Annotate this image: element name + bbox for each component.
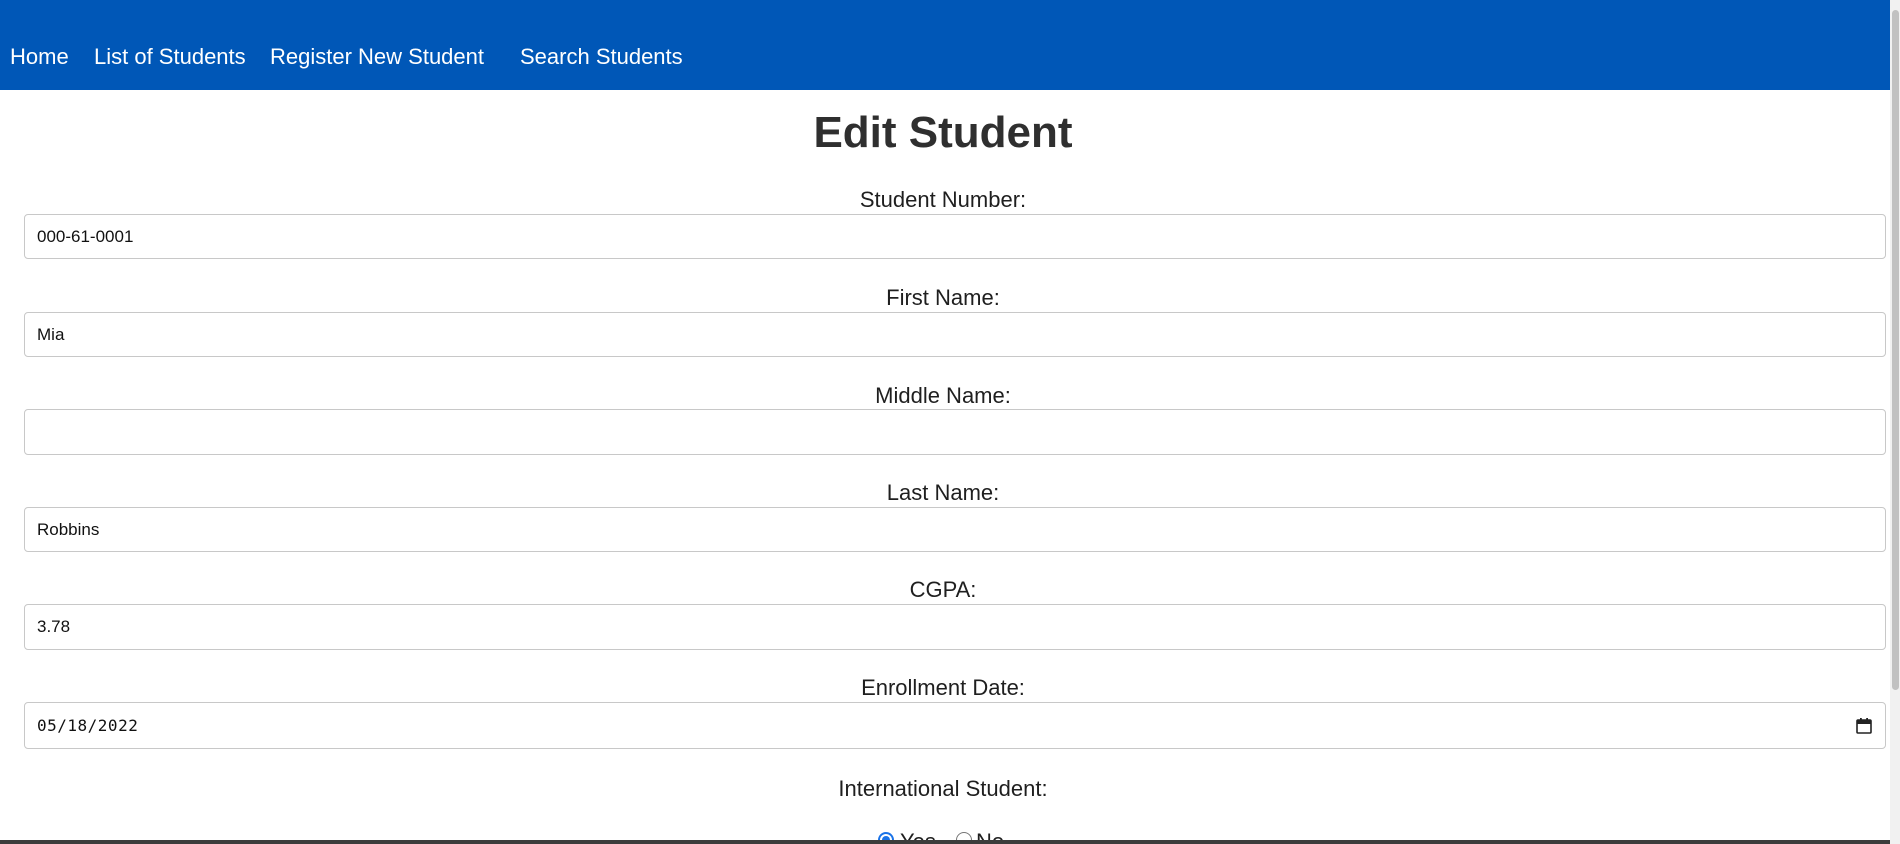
cgpa-input[interactable] [24, 604, 1886, 650]
nav-search-students-link[interactable]: Search Students [520, 44, 683, 70]
calendar-icon[interactable] [1855, 717, 1873, 735]
middle-name-input[interactable] [24, 409, 1886, 455]
international-no-radio[interactable] [956, 832, 972, 840]
first-name-input[interactable] [24, 312, 1886, 357]
first-name-label: First Name: [886, 285, 1000, 310]
middle-name-label: Middle Name: [875, 383, 1011, 408]
last-name-input[interactable] [24, 507, 1886, 552]
page-scrollbar[interactable] [1890, 0, 1900, 844]
cgpa-label: CGPA: [909, 577, 977, 602]
enrollment-date-label: Enrollment Date: [861, 675, 1025, 700]
international-yes-radio[interactable] [878, 832, 894, 840]
student-number-input[interactable] [24, 214, 1886, 259]
top-navbar: Home List of Students Register New Stude… [0, 0, 1890, 90]
enrollment-date-value: 05/18/2022 [37, 716, 139, 735]
browser-viewport: Home List of Students Register New Stude… [0, 0, 1900, 844]
international-no-label: No [976, 829, 1004, 840]
student-number-label: Student Number: [859, 187, 1027, 212]
international-yes-label: Yes [900, 829, 936, 840]
last-name-label: Last Name: [886, 480, 1000, 505]
edit-student-page: Home List of Students Register New Stude… [0, 0, 1890, 840]
scrollbar-thumb[interactable] [1892, 10, 1899, 690]
enrollment-date-input[interactable]: 05/18/2022 [24, 702, 1886, 749]
international-student-label: International Student: [838, 776, 1048, 801]
nav-register-student-link[interactable]: Register New Student [270, 44, 484, 70]
page-title: Edit Student [813, 108, 1073, 157]
window-bottom-edge [0, 840, 1890, 844]
nav-home-link[interactable]: Home [10, 44, 69, 70]
nav-list-students-link[interactable]: List of Students [94, 44, 246, 70]
